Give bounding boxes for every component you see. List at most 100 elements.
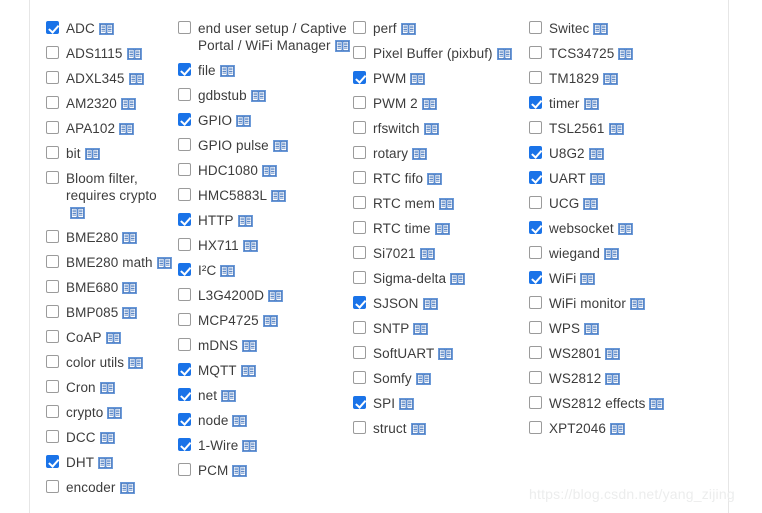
book-icon[interactable] [99,432,115,444]
module-checkbox[interactable] [529,146,542,159]
module-checkbox[interactable] [46,480,59,493]
book-icon[interactable] [121,98,136,110]
module-option[interactable]: websocket [529,220,715,237]
module-checkbox[interactable] [353,21,366,34]
module-checkbox[interactable] [46,380,59,393]
module-checkbox[interactable] [353,246,366,259]
module-checkbox[interactable] [353,71,366,84]
module-option[interactable]: UCG [529,195,715,212]
book-icon[interactable] [220,265,236,277]
module-option[interactable]: L3G4200D [178,287,350,304]
book-icon[interactable] [399,398,414,410]
module-checkbox[interactable] [529,346,542,359]
module-checkbox[interactable] [529,421,542,434]
book-icon[interactable] [422,298,438,310]
module-checkbox[interactable] [46,230,59,243]
module-checkbox[interactable] [353,221,366,234]
module-option[interactable]: AM2320 [46,95,174,112]
module-checkbox[interactable] [178,188,191,201]
module-checkbox[interactable] [178,263,191,276]
module-checkbox[interactable] [353,421,366,434]
module-checkbox[interactable] [353,296,366,309]
module-checkbox[interactable] [178,438,191,451]
module-checkbox[interactable] [353,171,366,184]
module-checkbox[interactable] [46,455,59,468]
book-icon[interactable] [583,98,599,110]
module-checkbox[interactable] [529,221,542,234]
module-checkbox[interactable] [178,163,191,176]
module-option[interactable]: MCP4725 [178,312,350,329]
book-icon[interactable] [128,357,144,369]
module-checkbox[interactable] [46,355,59,368]
module-option[interactable]: ADC [46,20,174,37]
book-icon[interactable] [413,323,429,335]
module-option[interactable]: HTTP [178,212,350,229]
book-icon[interactable] [423,123,439,135]
book-icon[interactable] [410,423,426,435]
book-icon[interactable] [156,257,172,269]
book-icon[interactable] [603,73,619,85]
module-checkbox[interactable] [178,21,191,34]
book-icon[interactable] [610,423,625,435]
module-checkbox[interactable] [353,321,366,334]
module-option[interactable]: PWM [353,70,525,87]
module-checkbox[interactable] [353,46,366,59]
module-option[interactable]: ADS1115 [46,45,174,62]
book-icon[interactable] [605,373,621,385]
book-icon[interactable] [122,232,138,244]
module-checkbox[interactable] [353,146,366,159]
book-icon[interactable] [583,198,599,210]
module-option[interactable]: Si7021 [353,245,525,262]
book-icon[interactable] [434,223,450,235]
book-icon[interactable] [250,90,266,102]
module-checkbox[interactable] [46,305,59,318]
module-option[interactable]: struct [353,420,525,437]
book-icon[interactable] [240,365,256,377]
module-checkbox[interactable] [353,271,366,284]
module-option[interactable]: U8G2 [529,145,715,162]
module-checkbox[interactable] [46,430,59,443]
module-option[interactable]: 1-Wire [178,437,350,454]
module-checkbox[interactable] [529,121,542,134]
book-icon[interactable] [584,323,599,335]
module-checkbox[interactable] [178,238,191,251]
book-icon[interactable] [272,140,288,152]
module-checkbox[interactable] [46,71,59,84]
module-checkbox[interactable] [46,146,59,159]
module-option[interactable]: HDC1080 [178,162,350,179]
module-checkbox[interactable] [353,196,366,209]
book-icon[interactable] [122,282,138,294]
module-option[interactable]: RTC time [353,220,525,237]
book-icon[interactable] [590,173,605,185]
module-option[interactable]: Pixel Buffer (pixbuf) [353,45,525,62]
module-checkbox[interactable] [529,196,542,209]
book-icon[interactable] [450,273,466,285]
module-option[interactable]: WS2801 [529,345,715,362]
module-checkbox[interactable] [353,371,366,384]
module-checkbox[interactable] [46,330,59,343]
module-option[interactable]: color utils [46,354,174,371]
module-checkbox[interactable] [178,388,191,401]
module-option[interactable]: SNTP [353,320,525,337]
book-icon[interactable] [262,315,278,327]
book-icon[interactable] [438,348,454,360]
book-icon[interactable] [419,248,435,260]
module-checkbox[interactable] [178,63,191,76]
book-icon[interactable] [84,148,100,160]
module-option[interactable]: TM1829 [529,70,715,87]
module-option[interactable]: GPIO pulse [178,137,350,154]
module-option[interactable]: Sigma-delta [353,270,525,287]
module-checkbox[interactable] [46,405,59,418]
module-option[interactable]: gdbstub [178,87,350,104]
book-icon[interactable] [334,40,350,52]
module-option[interactable]: WS2812 [529,370,715,387]
book-icon[interactable] [271,190,286,202]
module-checkbox[interactable] [178,463,191,476]
module-option[interactable]: BME680 [46,279,174,296]
book-icon[interactable] [618,48,634,60]
book-icon[interactable] [107,407,123,419]
module-checkbox[interactable] [178,138,191,151]
book-icon[interactable] [99,382,115,394]
module-option[interactable]: wiegand [529,245,715,262]
book-icon[interactable] [237,215,253,227]
